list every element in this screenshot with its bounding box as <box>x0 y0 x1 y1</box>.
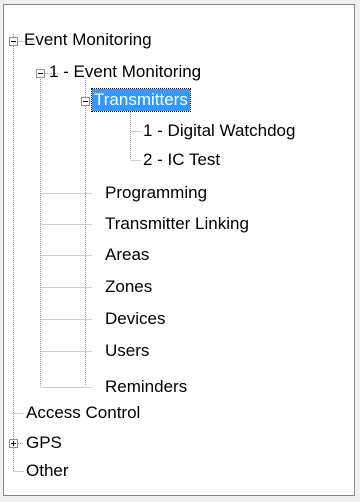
tree-view[interactable]: Event Monitoring 1 - Event Monitoring Tr… <box>3 4 355 496</box>
tree-item-access-control[interactable]: Access Control <box>24 402 142 424</box>
collapse-icon[interactable] <box>36 69 45 78</box>
collapse-icon[interactable] <box>9 37 18 46</box>
tree-item-areas[interactable]: Areas <box>103 244 151 266</box>
tree-item-programming[interactable]: Programming <box>103 182 209 204</box>
tree-item-transmitter-linking[interactable]: Transmitter Linking <box>103 213 251 235</box>
tree-item-1-digital-watchdog[interactable]: 1 - Digital Watchdog <box>141 120 297 142</box>
tree-item-1-event-monitoring[interactable]: 1 - Event Monitoring <box>47 61 203 83</box>
tree-item-users[interactable]: Users <box>103 340 151 362</box>
tree-item-gps[interactable]: GPS <box>24 432 64 454</box>
tree-item-transmitters[interactable]: Transmitters <box>91 88 191 112</box>
tree-item-other[interactable]: Other <box>24 460 71 482</box>
tree-item-2-ic-test[interactable]: 2 - IC Test <box>141 149 222 171</box>
tree-item-devices[interactable]: Devices <box>103 308 167 330</box>
tree-item-zones[interactable]: Zones <box>103 276 154 298</box>
collapse-icon[interactable] <box>81 97 90 106</box>
tree-item-reminders[interactable]: Reminders <box>103 376 189 398</box>
tree-item-event-monitoring[interactable]: Event Monitoring <box>22 29 154 51</box>
expand-icon[interactable] <box>9 439 18 448</box>
